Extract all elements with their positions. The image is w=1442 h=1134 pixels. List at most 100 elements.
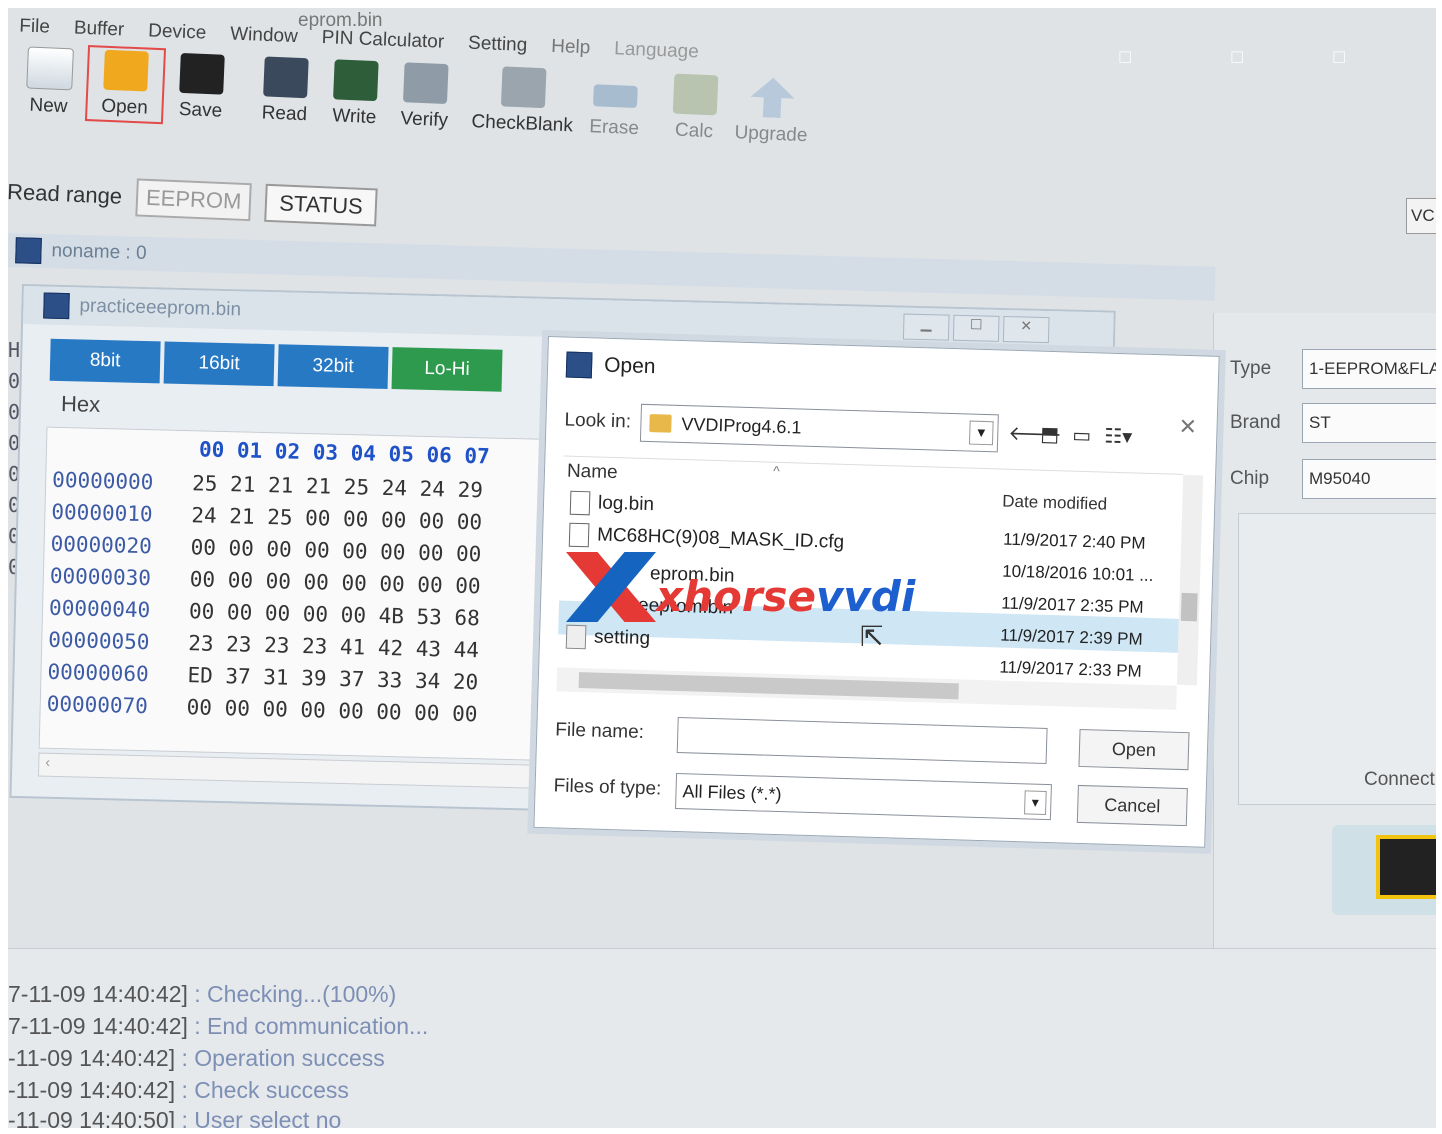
- log-message: : End communication...: [194, 1013, 429, 1039]
- hex-row: 00000030 00 00 00 00 00 00 00 00: [50, 564, 481, 599]
- hex-bytes: 00 00 00 00 00 4B 53 68: [188, 599, 481, 631]
- file-date: 11/9/2017 2:33 PM: [999, 657, 1143, 681]
- chip-field[interactable]: M95040: [1302, 459, 1436, 499]
- read-range-label: Read range: [8, 178, 123, 209]
- date-column-header[interactable]: Date modified: [1002, 492, 1107, 515]
- hex-address: 00000070: [46, 691, 149, 719]
- hex-grid[interactable]: 00 01 02 03 04 05 06 07 00000000 25 21 21…: [38, 426, 549, 761]
- folder-icon: [649, 414, 672, 433]
- log-message: : Check success: [181, 1077, 349, 1103]
- dialog-titlebar: Open: [565, 351, 656, 381]
- menu-pin-calculator[interactable]: PIN Calculator: [309, 27, 456, 55]
- file-item[interactable]: log.bin: [569, 490, 655, 517]
- file-date: 11/9/2017 2:35 PM: [1000, 593, 1144, 617]
- brand-row: Brand ST: [1230, 403, 1436, 443]
- verify-label: Verify: [400, 108, 449, 132]
- hex-bytes: 00 00 00 00 00 00 00 00: [189, 567, 481, 599]
- erase-label: Erase: [588, 116, 640, 140]
- look-in-value: VVDIProg4.6.1: [681, 413, 802, 438]
- up-folder-icon[interactable]: ⬒: [1040, 422, 1060, 448]
- calc-label: Calc: [674, 119, 714, 143]
- menu-buffer[interactable]: Buffer: [61, 17, 136, 42]
- brand-field[interactable]: ST: [1302, 403, 1436, 443]
- scroll-thumb[interactable]: [1180, 592, 1198, 622]
- checkblank-label: CheckBlank: [471, 111, 574, 137]
- save-label: Save: [178, 98, 223, 122]
- chip-info-box: [1238, 513, 1436, 805]
- new-button[interactable]: New: [13, 46, 86, 119]
- floppy-icon: [179, 52, 225, 95]
- open-label: Open: [100, 95, 149, 119]
- view-menu-icon[interactable]: ☷▾: [1104, 424, 1133, 450]
- brand-label: Brand: [1230, 412, 1281, 433]
- file-name-label: File name:: [555, 719, 645, 744]
- mode-8bit-button[interactable]: 8bit: [49, 338, 161, 384]
- eeprom-range-button[interactable]: EEPROM: [135, 178, 253, 222]
- mode-32bit-button[interactable]: 32bit: [277, 344, 389, 389]
- menu-file[interactable]: File: [8, 15, 62, 39]
- look-in-label: Look in:: [564, 409, 632, 433]
- log-timestamp: -11-09 14:40:42]: [8, 1045, 176, 1071]
- verify-button[interactable]: Verify: [389, 62, 462, 133]
- menu-window[interactable]: Window: [218, 23, 310, 48]
- read-button[interactable]: Read: [249, 56, 322, 127]
- open-button[interactable]: Open: [84, 45, 167, 125]
- dialog-open-button[interactable]: Open: [1078, 728, 1190, 771]
- calc-button[interactable]: Calc: [659, 73, 732, 144]
- connect-label: Connect: [1364, 769, 1435, 790]
- erase-button[interactable]: Erase: [579, 70, 652, 141]
- mouse-cursor-icon: ⇱: [860, 621, 884, 652]
- maximize-icon[interactable]: ☐: [952, 314, 1000, 342]
- checkblank-icon: [500, 66, 547, 109]
- vc-button[interactable]: VC: [1406, 198, 1436, 234]
- noname-label: noname : 0: [51, 240, 147, 264]
- log-panel: 7-11-09 14:40:42] : Checking...(100%) 7-…: [8, 948, 1436, 1128]
- menu-setting[interactable]: Setting: [456, 32, 540, 57]
- hex-bytes: ED 37 31 39 37 33 34 20: [187, 663, 479, 695]
- view-mode-buttons: 8bit 16bit 32bit Lo-Hi: [49, 338, 503, 392]
- file-list-vertical-scrollbar[interactable]: [1176, 474, 1204, 686]
- save-button[interactable]: Save: [165, 52, 238, 123]
- file-type-select[interactable]: All Files (*.*) ▼: [675, 772, 1052, 821]
- menu-device[interactable]: Device: [136, 20, 219, 45]
- write-button[interactable]: Write: [319, 59, 392, 130]
- checkblank-button[interactable]: CheckBlank: [467, 65, 580, 138]
- status-range-button[interactable]: STATUS: [264, 183, 378, 227]
- hex-row: 00000020 00 00 00 00 00 00 00 00: [50, 532, 481, 567]
- dialog-cancel-button[interactable]: Cancel: [1076, 784, 1188, 827]
- type-field[interactable]: 1-EEPROM&FLA: [1302, 349, 1436, 389]
- log-line: -11-09 14:40:50] : User select no: [8, 1107, 341, 1128]
- hex-row: 00000010 24 21 25 00 00 00 00 00: [51, 500, 482, 535]
- write-label: Write: [331, 105, 377, 129]
- menu-language[interactable]: Language: [602, 38, 711, 64]
- erase-icon: [592, 84, 638, 109]
- dialog-title: Open: [603, 353, 656, 379]
- mode-lohi-button[interactable]: Lo-Hi: [391, 347, 503, 392]
- chevron-down-icon[interactable]: ▼: [1024, 790, 1047, 815]
- sort-up-icon: ^: [772, 462, 780, 479]
- chevron-down-icon[interactable]: ▼: [968, 420, 994, 446]
- hex-address: 00000050: [48, 627, 150, 655]
- upgrade-button[interactable]: Upgrade: [729, 76, 816, 147]
- new-label: New: [29, 94, 68, 118]
- file-name-input[interactable]: [676, 717, 1048, 764]
- close-icon[interactable]: ✕: [1002, 315, 1050, 344]
- file-date: 11/9/2017 2:40 PM: [1002, 529, 1146, 553]
- look-in-select[interactable]: VVDIProg4.6.1 ▼: [639, 403, 999, 453]
- new-file-icon: [26, 46, 74, 91]
- hex-bytes: 00 00 00 00 00 00 00 00: [186, 695, 478, 727]
- minimize-icon[interactable]: ▁: [902, 313, 950, 341]
- log-message: : Checking...(100%): [194, 981, 397, 1007]
- app-icon: [15, 237, 42, 264]
- chip-row: Chip M95040: [1230, 459, 1436, 499]
- mode-16bit-button[interactable]: 16bit: [163, 341, 275, 387]
- name-column-header[interactable]: Name: [567, 461, 618, 484]
- menu-help[interactable]: Help: [539, 35, 603, 59]
- hex-bytes: 00 00 00 00 00 00 00 00: [190, 535, 482, 567]
- close-icon[interactable]: ✕: [1178, 414, 1197, 441]
- new-folder-icon[interactable]: ▭: [1072, 423, 1092, 449]
- watermark-text: xhorsevvdi: [656, 572, 916, 621]
- hex-row: 00000060 ED 37 31 39 37 33 34 20: [47, 660, 478, 695]
- folder-icon: [103, 49, 149, 92]
- log-line: 7-11-09 14:40:42] : Checking...(100%): [8, 981, 396, 1008]
